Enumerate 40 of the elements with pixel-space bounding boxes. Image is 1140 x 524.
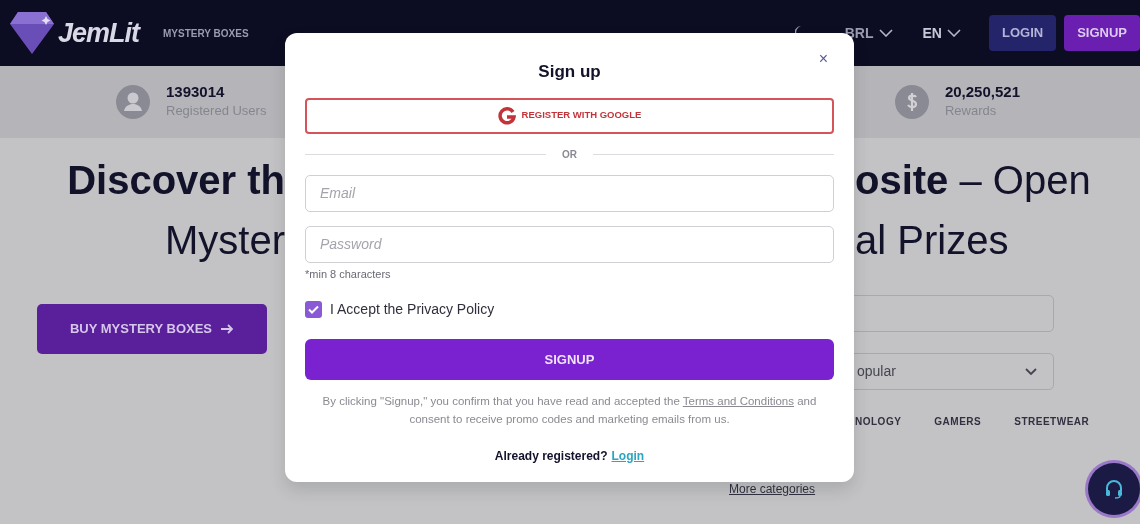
checkbox-label: I Accept the Privacy Policy [330,300,495,319]
signup-submit-button[interactable]: SIGNUP [305,339,834,380]
accept-checkbox[interactable] [305,301,322,318]
chevron-down-icon [1025,367,1037,376]
buy-mystery-boxes-button[interactable]: BUY MYSTERY BOXES [37,304,267,354]
dollar-icon [894,85,929,119]
dialog-title: Sign up [537,61,602,83]
hero-heading: Discover th [66,157,285,204]
arrow-right-icon [220,323,235,335]
nav-link[interactable]: MYSTERY BOXES [163,25,249,41]
password-field[interactable]: Password [305,225,834,263]
logo-text: JemLit [58,16,140,50]
stat-value: 20,250,521 [944,83,1020,102]
password-hint: *min 8 characters [305,266,392,282]
category-tab[interactable]: GAMERS [934,414,982,429]
google-g-icon [497,106,516,125]
diamond-logo-icon [10,10,54,56]
check-icon [308,305,319,314]
email-field[interactable]: Email [305,174,834,212]
headset-icon [1105,479,1123,499]
google-register-button[interactable]: REGISTER WITH GOOGLE [305,97,834,134]
terms-link[interactable]: Terms and Conditions [682,395,794,407]
chevron-down-icon [878,29,893,37]
hero-heading: al Prizes [854,217,1010,264]
close-button[interactable]: × [816,51,830,67]
language-selector[interactable]: EN [922,22,961,44]
more-categories-link[interactable]: More categories [729,480,816,498]
chevron-down-icon [947,29,961,37]
category-tab[interactable]: NOLOGY [855,414,902,429]
hero-heading: Myster [164,217,285,264]
already-registered-text: Already registered? [494,447,608,465]
terms-text: By clicking "Signup," you confirm that you have read and accepted the Terms and Conditions and consent to receive promo codes and marketing emails from us. [321,394,818,427]
category-tab[interactable]: STREETWEAR [1014,414,1090,429]
hero-heading: osite – Open [854,157,1092,204]
signup-button[interactable]: SIGNUP [1064,15,1140,51]
stat-value: 1393014 [166,83,226,102]
login-button[interactable]: LOGIN [989,15,1057,51]
divider-label: OR [562,147,577,162]
user-icon [116,85,150,119]
support-button[interactable] [1088,463,1140,515]
